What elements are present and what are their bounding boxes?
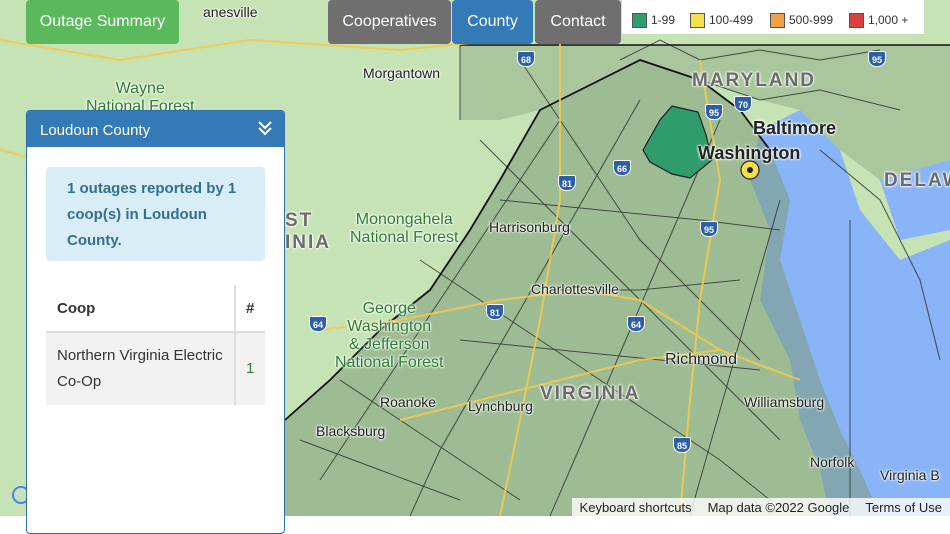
map-label-virginia: VIRGINIA (540, 383, 641, 404)
legend-label: 500-999 (789, 13, 834, 27)
legend-label: 100-499 (709, 13, 754, 27)
map-label-virginia-beach: Virginia B (880, 467, 940, 483)
legend-item: 1,000 + (849, 12, 908, 28)
map-label-delaware: DELAW (884, 170, 950, 191)
map-label-norfolk: Norfolk (810, 454, 855, 470)
legend-swatch-1000-plus (849, 12, 864, 28)
map-label-nanesville: anesville (203, 4, 258, 20)
highway-shield: 64 (309, 316, 327, 332)
coop-column-header: Coop (46, 285, 235, 333)
county-panel: Loudoun County 1 outages reported by 1 c… (26, 110, 285, 534)
map-label-lynchburg: Lynchburg (468, 398, 533, 414)
highway-shield: 81 (558, 175, 576, 191)
legend-label: 1-99 (651, 13, 676, 27)
map-label-gw-forest: George Washington & Jefferson National F… (335, 300, 444, 371)
outage-alert: 1 outages reported by 1 coop(s) in Loudo… (46, 167, 265, 261)
highway-shield: 64 (627, 316, 645, 332)
county-panel-title: Loudoun County (40, 122, 151, 139)
highway-shield: 85 (673, 437, 691, 453)
outage-legend: 1-99 100-499 500-999 1,000 + (622, 0, 924, 34)
coop-name-cell: Northern Virginia Electric Co-Op (46, 332, 235, 405)
highway-shield: 95 (700, 221, 718, 237)
legend-swatch-500-999 (770, 12, 785, 28)
map-label-williamsburg: Williamsburg (744, 394, 825, 410)
terms-of-use-link[interactable]: Terms of Use (865, 500, 942, 515)
map-label-washington: Washington (698, 143, 801, 163)
legend-item: 500-999 (770, 12, 833, 28)
outage-summary-button[interactable]: Outage Summary (26, 0, 179, 44)
highway-shield: 66 (613, 160, 631, 176)
coop-table: Coop # Northern Virginia Electric Co-Op … (46, 285, 265, 405)
legend-swatch-100-499 (690, 12, 705, 28)
map-label-blacksburg: Blacksburg (316, 423, 386, 439)
highway-shield: 81 (486, 304, 504, 320)
table-header-row: Coop # (46, 285, 265, 333)
highway-shield: 70 (734, 96, 752, 112)
map-label-harrisonburg: Harrisonburg (489, 219, 570, 235)
map-data-label: Map data ©2022 Google (707, 499, 850, 515)
map-label-charlottesville: Charlottesville (531, 281, 619, 297)
keyboard-shortcuts-link[interactable]: Keyboard shortcuts (580, 500, 692, 515)
county-panel-header[interactable]: Loudoun County (27, 111, 284, 147)
map-label-baltimore: Baltimore (753, 118, 837, 138)
legend-item: 1-99 (632, 12, 675, 28)
map-attribution: Keyboard shortcuts Map data ©2022 Google… (571, 498, 950, 516)
contact-button[interactable]: Contact (535, 0, 621, 44)
county-button[interactable]: County (452, 0, 533, 44)
legend-item: 100-499 (690, 12, 753, 28)
map-label-richmond: Richmond (665, 351, 738, 368)
table-row: Northern Virginia Electric Co-Op 1 (46, 332, 265, 405)
cooperatives-button[interactable]: Cooperatives (328, 0, 451, 44)
map-label-maryland: MARYLAND (692, 70, 817, 91)
double-chevron-down-icon[interactable] (256, 119, 274, 137)
map-label-monongahela: Monongahela National Forest (350, 211, 459, 246)
highway-shield: 95 (705, 104, 723, 120)
count-column-header: # (234, 285, 265, 333)
legend-label: 1,000 + (868, 13, 909, 27)
legend-swatch-1-99 (632, 12, 647, 28)
highway-shield: 95 (868, 51, 886, 67)
map-label-morgantown: Morgantown (363, 65, 441, 81)
outage-count-cell: 1 (234, 332, 265, 405)
map-label-roanoke: Roanoke (380, 394, 437, 410)
highway-shield: 68 (517, 51, 535, 67)
map-label-west-virginia: ST INIA (285, 210, 331, 253)
